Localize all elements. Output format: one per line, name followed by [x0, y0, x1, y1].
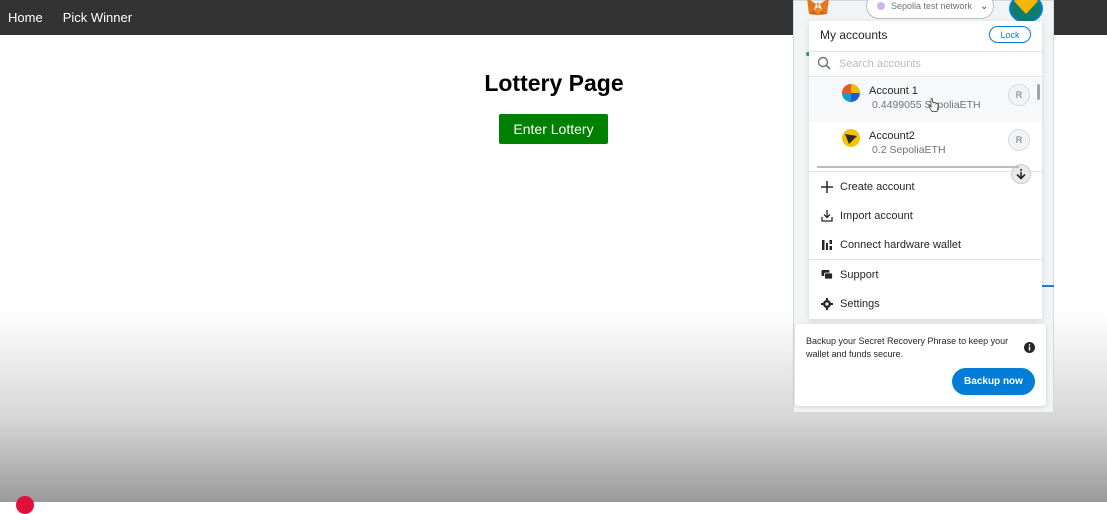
accounts-scrollbar[interactable]	[1037, 84, 1040, 100]
account-name: Account2	[869, 130, 915, 142]
network-dot-icon	[877, 2, 885, 10]
menu-label: Import account	[840, 209, 913, 222]
backup-reminder-card: Backup your Secret Recovery Phrase to ke…	[795, 324, 1046, 406]
accounts-panel: My accounts Lock Account 1 0.4499055 Sep…	[809, 21, 1042, 319]
create-account-item[interactable]: Create account	[809, 172, 1042, 201]
menu-label: Create account	[840, 180, 915, 193]
account-1-identicon	[842, 84, 860, 102]
settings-item[interactable]: Settings	[809, 289, 1042, 318]
search-accounts-input[interactable]	[837, 54, 1036, 74]
search-row	[809, 51, 1042, 77]
info-icon[interactable]	[1024, 342, 1035, 353]
backup-message: Backup your Secret Recovery Phrase to ke…	[806, 336, 1009, 359]
page-title: Lottery Page	[484, 70, 624, 96]
account-2-identicon	[842, 129, 860, 147]
underlying-page-accent-line	[1042, 285, 1054, 287]
plus-icon	[820, 180, 834, 194]
menu-label: Support	[840, 268, 879, 281]
import-account-item[interactable]: Import account	[809, 201, 1042, 230]
metamask-fox-icon[interactable]	[805, 0, 831, 16]
enter-lottery-button[interactable]: Enter Lottery	[499, 114, 608, 144]
nav-pick-winner-link[interactable]: Pick Winner	[55, 10, 140, 25]
menu-label: Settings	[840, 297, 880, 310]
backup-now-button[interactable]: Backup now	[952, 368, 1035, 395]
hand-cursor-icon	[928, 98, 939, 112]
account-type-badge: R	[1008, 129, 1030, 151]
network-name: Sepolia test network	[891, 1, 973, 11]
menu-label: Connect hardware wallet	[840, 238, 962, 251]
account-type-badge: R	[1008, 84, 1030, 106]
account-actions-menu: Create account Import account Connect ha…	[809, 171, 1042, 259]
connect-hardware-wallet-item[interactable]: Connect hardware wallet	[809, 230, 1042, 259]
list-divider	[817, 166, 1019, 168]
account-balance: 0.4499055 SepoliaETH	[872, 99, 981, 111]
nav-home-link[interactable]: Home	[0, 10, 51, 25]
lock-button[interactable]: Lock	[989, 26, 1031, 43]
red-dot-indicator	[16, 496, 34, 514]
panel-title: My accounts	[820, 28, 888, 42]
chat-icon	[820, 268, 834, 282]
hardware-icon	[820, 238, 834, 252]
account-balance: 0.2 SepoliaETH	[872, 144, 946, 156]
support-item[interactable]: Support	[809, 260, 1042, 289]
account-row-1[interactable]: Account 1 0.4499055 SepoliaETH R	[809, 78, 1042, 122]
account-row-2[interactable]: Account2 0.2 SepoliaETH R	[809, 123, 1042, 167]
support-settings-menu: Support Settings	[809, 259, 1042, 318]
search-icon	[817, 56, 831, 70]
network-selector[interactable]: Sepolia test network ⌄	[866, 0, 994, 19]
account-name: Account 1	[869, 85, 918, 97]
chevron-down-icon: ⌄	[980, 0, 989, 12]
avatar-identicon	[1011, 0, 1041, 21]
download-icon	[820, 209, 834, 223]
gear-icon	[820, 297, 834, 311]
